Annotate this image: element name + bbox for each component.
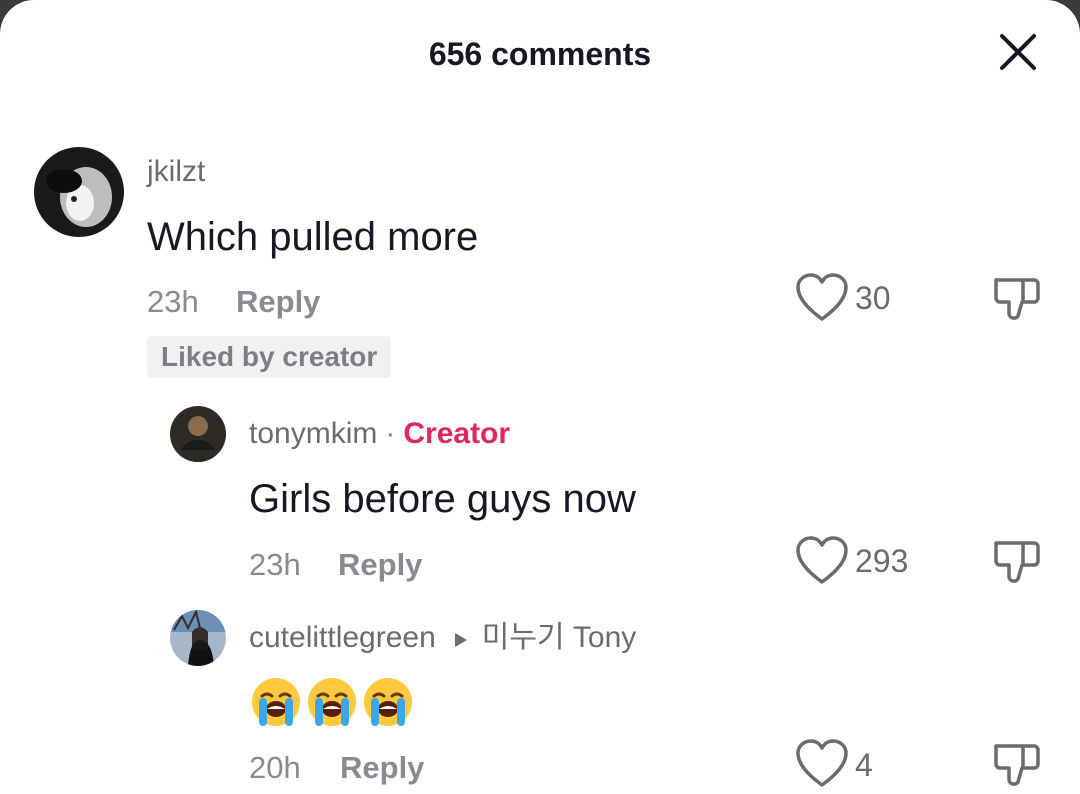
reply-button[interactable]: Reply — [338, 545, 422, 585]
like-count: 293 — [855, 543, 909, 579]
comment-username[interactable]: tonymkim — [249, 417, 377, 450]
comment-time: 23h — [147, 284, 199, 319]
comments-sheet: 656 comments jkilzt Which pulled more 23… — [0, 0, 1080, 794]
close-button[interactable] — [994, 28, 1042, 76]
reply-header: cutelittlegreen 미누기 Tony — [249, 618, 636, 659]
thumbs-down-icon — [994, 278, 1040, 320]
comments-count-title: 656 comments — [428, 36, 652, 72]
comment-time: 20h — [249, 750, 301, 785]
liked-by-creator-badge: Liked by creator — [147, 336, 392, 378]
like-button[interactable] — [794, 272, 850, 324]
avatar-tonymkim[interactable] — [170, 406, 226, 462]
dislike-button[interactable] — [990, 738, 1042, 790]
reply-header: tonymkim · Creator — [249, 414, 510, 454]
play-arrow-icon — [454, 619, 468, 659]
comment-username[interactable]: cutelittlegreen — [249, 621, 436, 654]
close-icon — [1000, 34, 1036, 70]
heart-icon — [796, 536, 848, 584]
like-count: 4 — [855, 747, 873, 783]
reply-button[interactable]: Reply — [236, 282, 320, 322]
comment-text: Which pulled more — [147, 215, 479, 259]
like-button[interactable] — [794, 738, 850, 790]
heart-icon — [796, 273, 848, 321]
loudly-crying-face-emoji — [306, 676, 358, 733]
like-count: 30 — [855, 280, 891, 316]
loudly-crying-face-emoji — [250, 676, 302, 733]
like-button[interactable] — [794, 535, 850, 587]
comment-text: Girls before guys now — [249, 477, 636, 521]
separator-dot: · — [385, 417, 396, 450]
thumbs-down-icon — [994, 744, 1040, 786]
comment-emoji-text — [250, 676, 418, 732]
reply-to-username[interactable]: 미누기 Tony — [482, 621, 637, 654]
reply-button[interactable]: Reply — [340, 748, 424, 788]
dislike-button[interactable] — [990, 272, 1042, 324]
dislike-button[interactable] — [990, 535, 1042, 587]
avatar-cutelittlegreen[interactable] — [170, 610, 226, 666]
loudly-crying-face-emoji — [362, 676, 414, 733]
creator-badge: Creator — [403, 417, 511, 450]
comment-username[interactable]: jkilzt — [147, 152, 205, 192]
heart-icon — [796, 739, 848, 787]
avatar-jkilzt[interactable] — [34, 147, 124, 237]
thumbs-down-icon — [994, 541, 1040, 583]
comment-time: 23h — [249, 547, 301, 582]
